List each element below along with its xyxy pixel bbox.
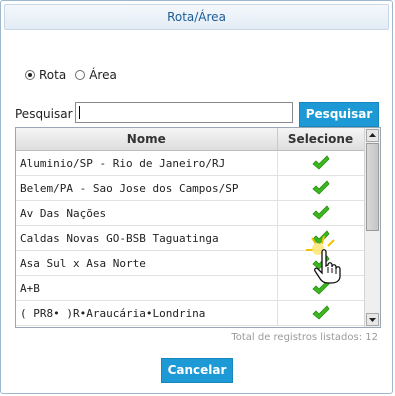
check-icon[interactable]	[311, 155, 330, 170]
filter-radio-group: Rota Área	[25, 67, 126, 83]
radio-rota-label[interactable]: Rota	[39, 68, 66, 82]
results-table: Nome Selecione Aluminio/SP - Rio de Jane…	[16, 128, 365, 326]
search-button[interactable]: Pesquisar	[299, 102, 379, 127]
select-cell[interactable]	[277, 150, 365, 176]
scroll-down-icon[interactable]	[366, 313, 379, 326]
row-name: ( PR8• )R•Araucária•Londrina	[16, 300, 278, 326]
dialog-title: Rota/Área	[4, 4, 389, 30]
records-count: Total de registros listados: 12	[231, 332, 378, 343]
vertical-scrollbar[interactable]	[364, 128, 380, 327]
select-cell[interactable]	[277, 300, 365, 326]
scroll-thumb[interactable]	[366, 143, 379, 231]
cancel-button[interactable]: Cancelar	[161, 358, 233, 383]
hand-cursor-icon	[306, 236, 341, 284]
column-header-nome[interactable]: Nome	[16, 128, 278, 151]
radio-rota[interactable]	[25, 70, 35, 80]
check-icon[interactable]	[311, 305, 330, 320]
scroll-up-icon[interactable]	[366, 129, 379, 142]
row-name: Caldas Novas GO-BSB Taguatinga	[16, 225, 278, 251]
column-header-selecione[interactable]: Selecione	[277, 128, 365, 151]
table-row[interactable]: Av Das Nações	[16, 200, 365, 226]
table-header-row: Nome Selecione	[16, 128, 365, 151]
check-icon[interactable]	[311, 205, 330, 220]
table-row[interactable]: ( PR8• )R•Araucária•Londrina	[16, 300, 365, 326]
search-input[interactable]	[75, 102, 293, 123]
row-name: Av Das Nações	[16, 200, 278, 226]
radio-area-label[interactable]: Área	[89, 68, 117, 82]
select-cell[interactable]	[277, 175, 365, 201]
row-name: Aluminio/SP - Rio de Janeiro/RJ	[16, 150, 278, 176]
results-grid: Nome Selecione Aluminio/SP - Rio de Jane…	[15, 127, 381, 328]
select-cell[interactable]	[277, 200, 365, 226]
check-icon[interactable]	[311, 180, 330, 195]
table-row[interactable]: Aluminio/SP - Rio de Janeiro/RJ	[16, 150, 365, 176]
rota-area-dialog: Rota/Área Rota Área Pesquisar Pesquisar …	[0, 0, 393, 394]
search-label: Pesquisar	[15, 107, 73, 121]
row-name: A+B	[16, 275, 278, 301]
radio-area[interactable]	[75, 70, 86, 80]
row-name: Asa Sul x Asa Norte	[16, 250, 278, 276]
row-name: Belem/PA - Sao Jose dos Campos/SP	[16, 175, 278, 201]
table-row[interactable]: Belem/PA - Sao Jose dos Campos/SP	[16, 175, 365, 201]
